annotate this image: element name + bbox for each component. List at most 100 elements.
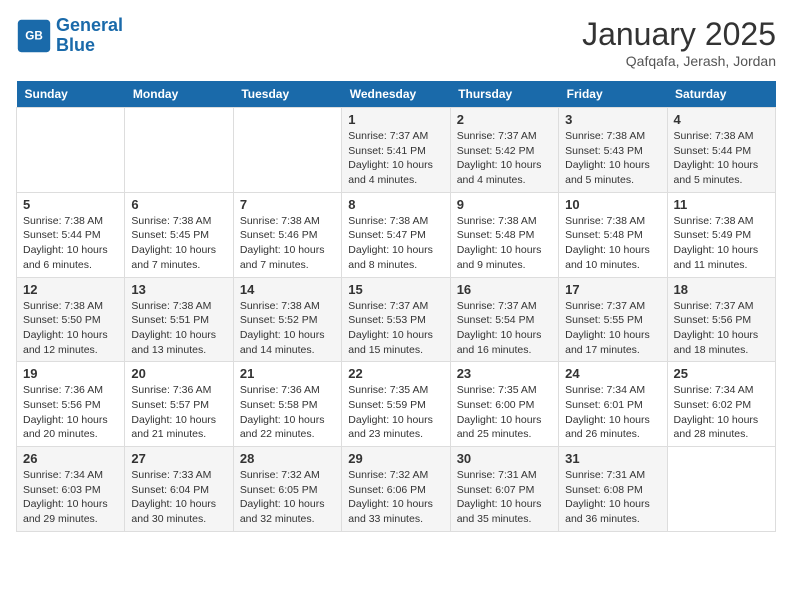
- day-number: 3: [565, 112, 660, 127]
- calendar-cell: 10 Sunrise: 7:38 AM Sunset: 5:48 PM Dayli…: [559, 192, 667, 277]
- day-info: Sunrise: 7:32 AM Sunset: 6:06 PM Dayligh…: [348, 468, 443, 527]
- day-info: Sunrise: 7:37 AM Sunset: 5:55 PM Dayligh…: [565, 299, 660, 358]
- day-info: Sunrise: 7:35 AM Sunset: 6:00 PM Dayligh…: [457, 383, 552, 442]
- day-info: Sunrise: 7:35 AM Sunset: 5:59 PM Dayligh…: [348, 383, 443, 442]
- title-block: January 2025 Qafqafa, Jerash, Jordan: [582, 16, 776, 69]
- day-info: Sunrise: 7:36 AM Sunset: 5:56 PM Dayligh…: [23, 383, 118, 442]
- calendar-cell: 4Sunrise: 7:38 AM Sunset: 5:44 PM Daylig…: [667, 108, 775, 193]
- day-info: Sunrise: 7:34 AM Sunset: 6:02 PM Dayligh…: [674, 383, 769, 442]
- calendar-table: SundayMondayTuesdayWednesdayThursdayFrid…: [16, 81, 776, 532]
- day-number: 28: [240, 451, 335, 466]
- day-number: 4: [674, 112, 769, 127]
- day-info: Sunrise: 7:36 AM Sunset: 5:58 PM Dayligh…: [240, 383, 335, 442]
- day-number: 30: [457, 451, 552, 466]
- calendar-cell: 23 Sunrise: 7:35 AM Sunset: 6:00 PM Dayli…: [450, 362, 558, 447]
- day-number: 5: [23, 197, 118, 212]
- weekday-header: Thursday: [450, 81, 558, 108]
- day-number: 25: [674, 366, 769, 381]
- page-header: GB General Blue January 2025 Qafqafa, Je…: [16, 16, 776, 69]
- calendar-cell: 16 Sunrise: 7:37 AM Sunset: 5:54 PM Dayli…: [450, 277, 558, 362]
- calendar-cell: 24 Sunrise: 7:34 AM Sunset: 6:01 PM Dayli…: [559, 362, 667, 447]
- day-info: Sunrise: 7:38 AM Sunset: 5:45 PM Dayligh…: [131, 214, 226, 273]
- day-number: 10: [565, 197, 660, 212]
- day-number: 14: [240, 282, 335, 297]
- day-info: Sunrise: 7:38 AM Sunset: 5:50 PM Dayligh…: [23, 299, 118, 358]
- day-info: Sunrise: 7:37 AM Sunset: 5:53 PM Dayligh…: [348, 299, 443, 358]
- calendar-cell: 3 Sunrise: 7:38 AM Sunset: 5:43 PM Daylig…: [559, 108, 667, 193]
- day-number: 2: [457, 112, 552, 127]
- day-number: 9: [457, 197, 552, 212]
- calendar-cell: 31Sunrise: 7:31 AM Sunset: 6:08 PM Dayli…: [559, 447, 667, 532]
- day-info: Sunrise: 7:33 AM Sunset: 6:04 PM Dayligh…: [131, 468, 226, 527]
- day-number: 17: [565, 282, 660, 297]
- calendar-cell: [125, 108, 233, 193]
- calendar-week-row: 1 Sunrise: 7:37 AM Sunset: 5:41 PM Daylig…: [17, 108, 776, 193]
- day-info: Sunrise: 7:38 AM Sunset: 5:46 PM Dayligh…: [240, 214, 335, 273]
- day-number: 11: [674, 197, 769, 212]
- weekday-header: Wednesday: [342, 81, 450, 108]
- day-info: Sunrise: 7:34 AM Sunset: 6:01 PM Dayligh…: [565, 383, 660, 442]
- day-number: 23: [457, 366, 552, 381]
- day-number: 20: [131, 366, 226, 381]
- day-number: 15: [348, 282, 443, 297]
- calendar-cell: [233, 108, 341, 193]
- month-title: January 2025: [582, 16, 776, 53]
- weekday-header: Saturday: [667, 81, 775, 108]
- day-info: Sunrise: 7:37 AM Sunset: 5:54 PM Dayligh…: [457, 299, 552, 358]
- calendar-cell: 9 Sunrise: 7:38 AM Sunset: 5:48 PM Daylig…: [450, 192, 558, 277]
- weekday-header: Sunday: [17, 81, 125, 108]
- day-number: 12: [23, 282, 118, 297]
- day-number: 29: [348, 451, 443, 466]
- day-number: 19: [23, 366, 118, 381]
- calendar-cell: 30Sunrise: 7:31 AM Sunset: 6:07 PM Dayli…: [450, 447, 558, 532]
- day-info: Sunrise: 7:31 AM Sunset: 6:08 PM Dayligh…: [565, 468, 660, 527]
- calendar-cell: 12 Sunrise: 7:38 AM Sunset: 5:50 PM Dayli…: [17, 277, 125, 362]
- calendar-week-row: 5 Sunrise: 7:38 AM Sunset: 5:44 PM Daylig…: [17, 192, 776, 277]
- day-number: 22: [348, 366, 443, 381]
- calendar-cell: 14Sunrise: 7:38 AM Sunset: 5:52 PM Dayli…: [233, 277, 341, 362]
- calendar-cell: 7 Sunrise: 7:38 AM Sunset: 5:46 PM Daylig…: [233, 192, 341, 277]
- calendar-cell: 18Sunrise: 7:37 AM Sunset: 5:56 PM Dayli…: [667, 277, 775, 362]
- day-info: Sunrise: 7:38 AM Sunset: 5:49 PM Dayligh…: [674, 214, 769, 273]
- day-info: Sunrise: 7:38 AM Sunset: 5:51 PM Dayligh…: [131, 299, 226, 358]
- day-info: Sunrise: 7:36 AM Sunset: 5:57 PM Dayligh…: [131, 383, 226, 442]
- calendar-cell: 8 Sunrise: 7:38 AM Sunset: 5:47 PM Daylig…: [342, 192, 450, 277]
- logo-icon: GB: [16, 18, 52, 54]
- logo-text: General Blue: [56, 16, 123, 56]
- weekday-header: Friday: [559, 81, 667, 108]
- logo: GB General Blue: [16, 16, 123, 56]
- calendar-cell: 15 Sunrise: 7:37 AM Sunset: 5:53 PM Dayli…: [342, 277, 450, 362]
- calendar-cell: [667, 447, 775, 532]
- day-number: 16: [457, 282, 552, 297]
- day-number: 26: [23, 451, 118, 466]
- day-number: 18: [674, 282, 769, 297]
- calendar-cell: 2Sunrise: 7:37 AM Sunset: 5:42 PM Daylig…: [450, 108, 558, 193]
- day-info: Sunrise: 7:38 AM Sunset: 5:47 PM Dayligh…: [348, 214, 443, 273]
- day-number: 8: [348, 197, 443, 212]
- day-info: Sunrise: 7:38 AM Sunset: 5:43 PM Dayligh…: [565, 129, 660, 188]
- weekday-header: Tuesday: [233, 81, 341, 108]
- calendar-cell: 17 Sunrise: 7:37 AM Sunset: 5:55 PM Dayli…: [559, 277, 667, 362]
- weekday-header: Monday: [125, 81, 233, 108]
- day-number: 1: [348, 112, 443, 127]
- day-info: Sunrise: 7:38 AM Sunset: 5:48 PM Dayligh…: [457, 214, 552, 273]
- calendar-cell: 22 Sunrise: 7:35 AM Sunset: 5:59 PM Dayli…: [342, 362, 450, 447]
- day-number: 27: [131, 451, 226, 466]
- day-number: 6: [131, 197, 226, 212]
- day-number: 21: [240, 366, 335, 381]
- day-info: Sunrise: 7:37 AM Sunset: 5:41 PM Dayligh…: [348, 129, 443, 188]
- calendar-cell: 13 Sunrise: 7:38 AM Sunset: 5:51 PM Dayli…: [125, 277, 233, 362]
- calendar-cell: 25 Sunrise: 7:34 AM Sunset: 6:02 PM Dayli…: [667, 362, 775, 447]
- day-info: Sunrise: 7:38 AM Sunset: 5:48 PM Dayligh…: [565, 214, 660, 273]
- calendar-cell: 19 Sunrise: 7:36 AM Sunset: 5:56 PM Dayli…: [17, 362, 125, 447]
- day-number: 7: [240, 197, 335, 212]
- day-number: 13: [131, 282, 226, 297]
- calendar-week-row: 19 Sunrise: 7:36 AM Sunset: 5:56 PM Dayli…: [17, 362, 776, 447]
- calendar-cell: 29 Sunrise: 7:32 AM Sunset: 6:06 PM Dayli…: [342, 447, 450, 532]
- calendar-cell: 28Sunrise: 7:32 AM Sunset: 6:05 PM Dayli…: [233, 447, 341, 532]
- calendar-week-row: 12 Sunrise: 7:38 AM Sunset: 5:50 PM Dayli…: [17, 277, 776, 362]
- calendar-cell: 1 Sunrise: 7:37 AM Sunset: 5:41 PM Daylig…: [342, 108, 450, 193]
- day-number: 24: [565, 366, 660, 381]
- calendar-cell: 21 Sunrise: 7:36 AM Sunset: 5:58 PM Dayli…: [233, 362, 341, 447]
- day-info: Sunrise: 7:38 AM Sunset: 5:44 PM Dayligh…: [23, 214, 118, 273]
